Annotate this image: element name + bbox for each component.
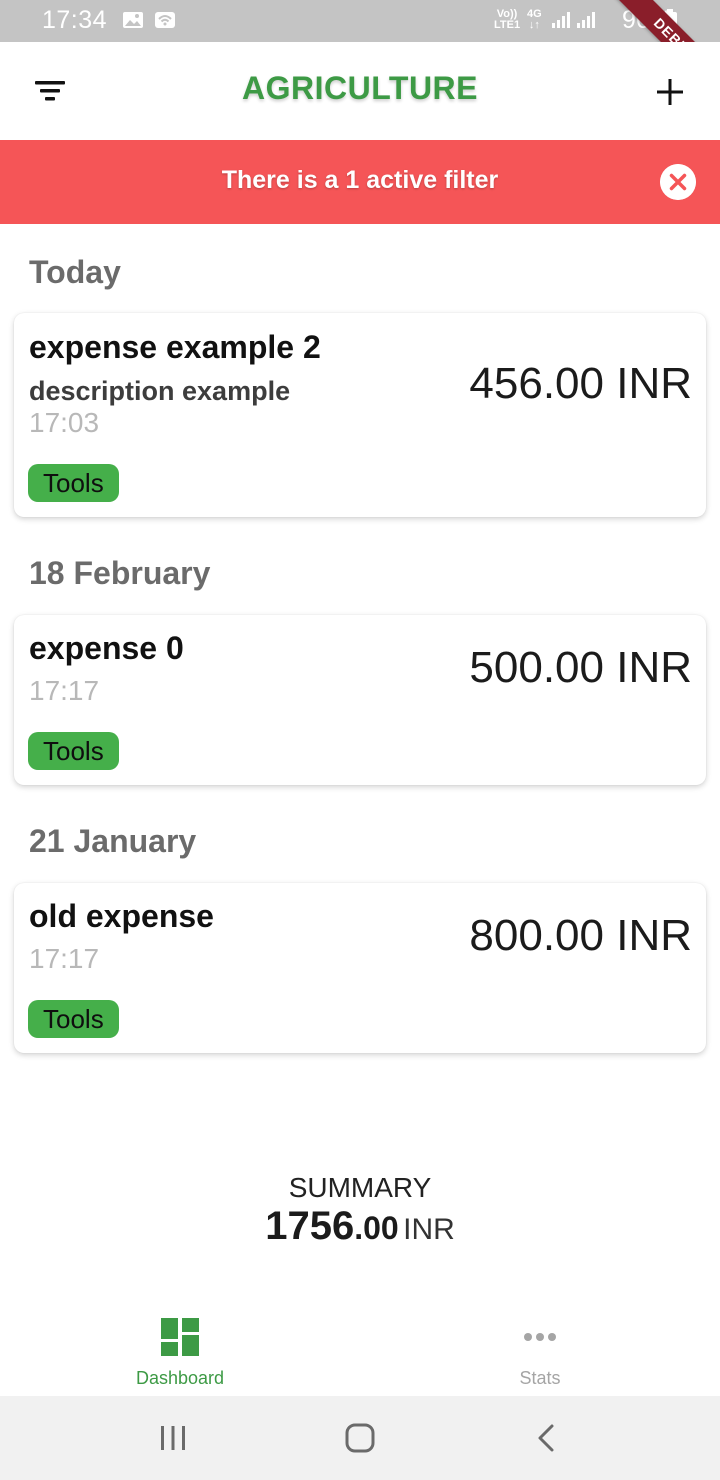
section-header-21-january: 21 January: [29, 823, 197, 859]
summary-label: SUMMARY: [288, 1172, 432, 1203]
status-time: 17:34: [42, 6, 108, 34]
expense-description: description example: [29, 376, 291, 406]
category-tag: Tools: [28, 1000, 119, 1038]
section-header-today: Today: [29, 254, 121, 290]
data-indicator: 4G ↓↑: [527, 9, 542, 31]
active-filter-banner: There is a 1 active filter: [0, 140, 720, 224]
expense-card[interactable]: expense 0 17:17 500.00 INR Tools: [14, 615, 706, 785]
status-bar: 17:34 Vo)) LTE1 4G ↓↑ 96% DEBUG: [0, 0, 720, 113]
summary-decimal: .00: [354, 1210, 399, 1246]
home-icon[interactable]: [340, 1418, 380, 1458]
nav-label-stats: Stats: [519, 1368, 561, 1388]
signal-icon: [552, 12, 595, 28]
nav-label-dashboard: Dashboard: [135, 1368, 225, 1388]
app-bar: AGRICULTURE: [0, 42, 720, 140]
wifi-icon: [155, 12, 175, 28]
expense-title: expense 0: [29, 630, 184, 666]
category-tag: Tools: [28, 732, 119, 770]
dashboard-icon: [161, 1318, 199, 1356]
active-filter-text: There is a 1 active filter: [221, 166, 499, 194]
category-tag: Tools: [28, 464, 119, 502]
section-header-18-february: 18 February: [29, 555, 211, 591]
expense-card[interactable]: expense example 2 description example 17…: [14, 313, 706, 517]
expense-title: old expense: [29, 898, 214, 934]
recents-icon[interactable]: [153, 1418, 193, 1458]
expense-time: 17:17: [29, 675, 100, 706]
image-icon: [123, 12, 143, 28]
expense-amount: 456.00 INR: [469, 359, 692, 408]
back-icon[interactable]: [527, 1418, 567, 1458]
summary-total: 1756.00 INR: [0, 1204, 720, 1249]
summary-currency: INR: [403, 1213, 455, 1246]
expense-time: 17:03: [29, 407, 100, 438]
system-navigation-bar: [0, 1396, 720, 1480]
plus-icon[interactable]: [648, 70, 692, 114]
data-arrows: ↓↑: [528, 19, 540, 31]
bottom-navigation: Dashboard Stats: [0, 1300, 720, 1396]
close-circle-icon[interactable]: [660, 164, 696, 200]
nav-stats[interactable]: Stats: [360, 1300, 720, 1396]
expense-card[interactable]: old expense 17:17 800.00 INR Tools: [14, 883, 706, 1053]
lte-label: LTE1: [494, 19, 521, 31]
nav-dashboard[interactable]: Dashboard: [0, 1300, 360, 1396]
page-title: AGRICULTURE: [242, 70, 478, 106]
expense-title: expense example 2: [29, 329, 321, 365]
expense-time: 17:17: [29, 943, 100, 974]
expense-amount: 800.00 INR: [469, 911, 692, 960]
expense-amount: 500.00 INR: [469, 643, 692, 692]
volte-indicator: Vo)) LTE1: [494, 9, 520, 31]
more-horiz-icon: [524, 1333, 556, 1341]
summary-integer: 1756: [265, 1204, 355, 1248]
